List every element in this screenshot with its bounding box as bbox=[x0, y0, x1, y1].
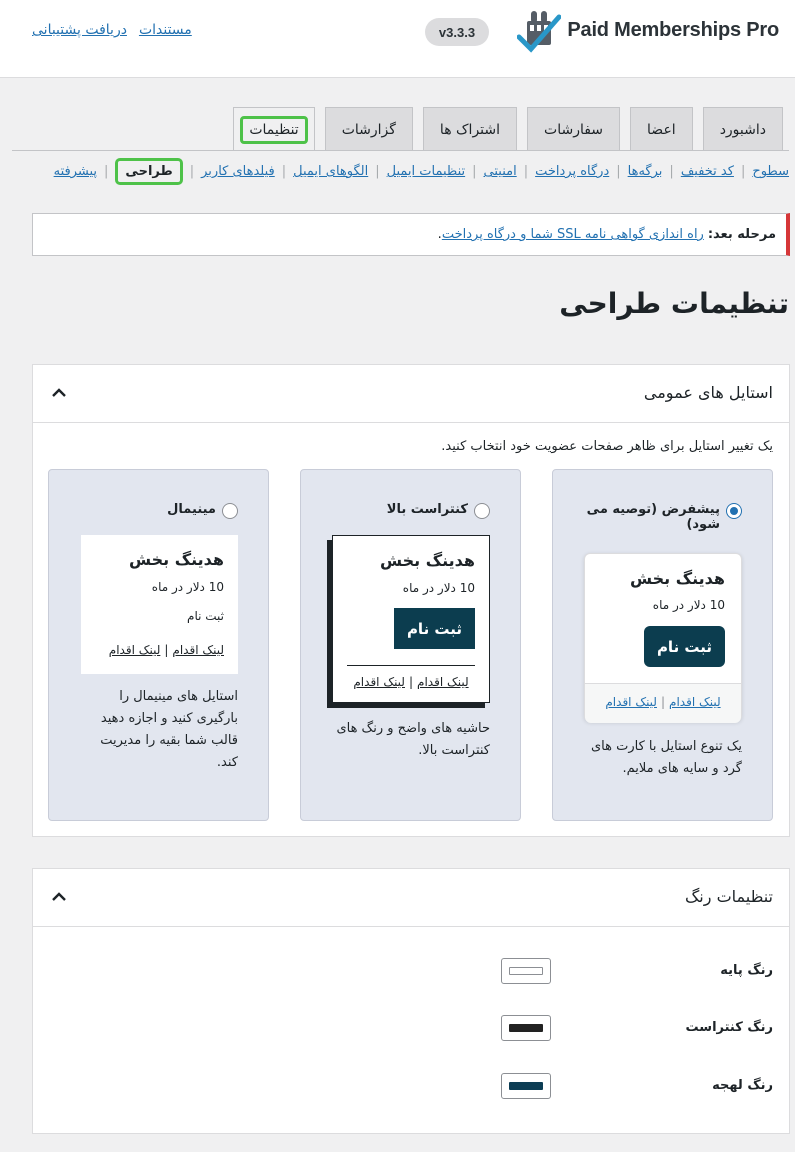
main-tabs: داشبورد اعضا سفارشات اشتراک ها گزارشات ت… bbox=[233, 107, 783, 151]
preview-action-link-2: لینک اقدام bbox=[353, 675, 405, 689]
preview-links: لینک اقدام|لینک اقدام bbox=[605, 695, 721, 709]
color-label-accent: رنگ لهجه bbox=[712, 1078, 773, 1093]
preview-action-link-2: لینک اقدام bbox=[605, 695, 657, 709]
logo-text: Paid Memberships Pro bbox=[567, 18, 779, 41]
style-option-minimal[interactable]: مینیمال bbox=[78, 502, 238, 519]
preview-links: لینک اقدام|لینک اقدام bbox=[108, 643, 224, 657]
general-styles-panel: استایل های عمومی یک تغییر استایل برای ظا… bbox=[32, 364, 790, 837]
color-settings-panel: تنظیمات رنگ رنگ پایه رنگ کنتراست رنگ لهج… bbox=[32, 868, 790, 1134]
style-option-high-contrast[interactable]: کنتراست بالا bbox=[330, 502, 490, 519]
preview-signup-button: ثبت نام bbox=[644, 626, 725, 667]
preview-action-link-2: لینک اقدام bbox=[108, 643, 161, 657]
support-link[interactable]: دریافت پشتیبانی bbox=[32, 22, 127, 38]
preview-price: 10 دلار در ماه bbox=[151, 580, 224, 594]
preview-action-link-1: لینک اقدام bbox=[417, 675, 469, 689]
tab-members[interactable]: اعضا bbox=[630, 107, 693, 151]
tab-dashboard[interactable]: داشبورد bbox=[702, 107, 783, 151]
preview-action-link-1: لینک اقدام bbox=[172, 643, 224, 657]
notice-label: مرحله بعد: bbox=[707, 227, 776, 242]
color-picker-contrast[interactable] bbox=[501, 1015, 551, 1041]
color-picker-accent[interactable] bbox=[501, 1073, 551, 1099]
style-card-high-contrast[interactable]: کنتراست بالا هدینگ بخش 10 دلار در ماه ثب… bbox=[300, 469, 521, 821]
color-settings-title: تنظیمات رنگ bbox=[684, 887, 773, 906]
settings-subnav: سطوح | کد تخفیف | برگه‌ها | درگاه پرداخت | ا… bbox=[54, 158, 789, 185]
docs-link[interactable]: مستندات bbox=[139, 22, 192, 38]
radio-high-contrast[interactable] bbox=[474, 503, 490, 519]
style-label-high-contrast: کنتراست بالا bbox=[386, 502, 468, 517]
color-swatch-contrast bbox=[509, 1024, 543, 1032]
header-links: مستندات دریافت پشتیبانی bbox=[32, 22, 192, 38]
style-card-minimal[interactable]: مینیمال هدینگ بخش 10 دلار در ماه ثبت نام… bbox=[48, 469, 269, 821]
page-title: تنظیمات طراحی bbox=[559, 287, 789, 320]
tab-settings[interactable]: تنظیمات bbox=[233, 107, 315, 151]
subnav-pages[interactable]: برگه‌ها bbox=[628, 164, 663, 179]
style-option-default[interactable]: پیشفرض (توصیه می شود) bbox=[582, 502, 742, 532]
preview-divider bbox=[347, 665, 475, 666]
color-picker-base[interactable] bbox=[501, 958, 551, 984]
preview-default: هدینگ بخش 10 دلار در ماه ثبت نام لینک اق… bbox=[584, 553, 742, 723]
general-styles-header[interactable]: استایل های عمومی bbox=[33, 365, 789, 423]
style-desc-minimal: استایل های مینیمال را بارگیری کنید و اجا… bbox=[100, 689, 238, 770]
chevron-up-icon[interactable] bbox=[51, 387, 67, 399]
color-label-base: رنگ پایه bbox=[720, 963, 773, 978]
preview-price: 10 دلار در ماه bbox=[402, 581, 475, 595]
preview-links: لینک اقدام|لینک اقدام bbox=[353, 675, 469, 689]
color-swatch-accent bbox=[509, 1082, 543, 1090]
pmpro-logo-icon bbox=[517, 11, 562, 53]
preview-heading: هدینگ بخش bbox=[129, 550, 224, 569]
preview-signup-text: ثبت نام bbox=[187, 609, 224, 623]
tab-subscriptions[interactable]: اشتراک ها bbox=[422, 107, 518, 151]
general-styles-description: یک تغییر استایل برای ظاهر صفحات عضویت خو… bbox=[441, 439, 773, 454]
preview-high-contrast: هدینگ بخش 10 دلار در ماه ثبت نام لینک اق… bbox=[332, 535, 490, 703]
radio-minimal[interactable] bbox=[222, 503, 238, 519]
style-label-minimal: مینیمال bbox=[167, 502, 216, 517]
general-styles-title: استایل های عمومی bbox=[643, 383, 773, 402]
subnav-payment-gateway[interactable]: درگاه پرداخت bbox=[535, 164, 609, 179]
notice-end: . bbox=[437, 227, 442, 242]
notice-link[interactable]: راه اندازی گواهی نامه SSL شما و درگاه پر… bbox=[442, 227, 704, 242]
color-swatch-base bbox=[509, 967, 543, 975]
version-badge: v3.3.3 bbox=[425, 18, 489, 46]
subnav-security[interactable]: امنیتی bbox=[484, 164, 517, 179]
subnav-email-templates[interactable]: الگوهای ایمیل bbox=[293, 164, 368, 179]
style-desc-default: یک تنوع استایل با کارت های گرد و سایه ها… bbox=[590, 739, 742, 776]
color-label-contrast: رنگ کنتراست bbox=[685, 1020, 773, 1035]
top-header: Paid Memberships Pro v3.3.3 مستندات دریا… bbox=[0, 0, 795, 78]
radio-default[interactable] bbox=[726, 503, 742, 519]
preview-signup-button: ثبت نام bbox=[394, 608, 475, 649]
chevron-up-icon[interactable] bbox=[51, 891, 67, 903]
tab-settings-label: تنظیمات bbox=[240, 115, 308, 144]
tab-divider bbox=[12, 150, 789, 151]
next-step-notice: مرحله بعد: راه اندازی گواهی نامه SSL شما… bbox=[32, 213, 790, 256]
pmpro-logo[interactable]: Paid Memberships Pro bbox=[517, 6, 779, 54]
preview-minimal: هدینگ بخش 10 دلار در ماه ثبت نام لینک اق… bbox=[81, 535, 238, 674]
subnav-levels[interactable]: سطوح bbox=[752, 164, 789, 179]
subnav-email-settings[interactable]: تنظیمات ایمیل bbox=[387, 164, 466, 179]
preview-heading: هدینگ بخش bbox=[380, 551, 475, 570]
tab-reports[interactable]: گزارشات bbox=[324, 107, 413, 151]
subnav-user-fields[interactable]: فیلدهای کاربر bbox=[201, 164, 275, 179]
tab-orders[interactable]: سفارشات bbox=[527, 107, 621, 151]
preview-price: 10 دلار در ماه bbox=[652, 598, 725, 612]
style-label-default: پیشفرض (توصیه می شود) bbox=[586, 502, 720, 532]
preview-footer: لینک اقدام|لینک اقدام bbox=[585, 683, 741, 723]
subnav-discount-codes[interactable]: کد تخفیف bbox=[681, 164, 734, 179]
style-desc-high-contrast: حاشیه های واضح و رنگ های کنتراست بالا. bbox=[336, 721, 490, 758]
subnav-design[interactable]: طراحی bbox=[115, 158, 183, 185]
subnav-advanced[interactable]: پیشرفته bbox=[54, 164, 97, 179]
preview-heading: هدینگ بخش bbox=[630, 569, 725, 588]
style-card-default[interactable]: پیشفرض (توصیه می شود) هدینگ بخش 10 دلار … bbox=[552, 469, 773, 821]
color-settings-header[interactable]: تنظیمات رنگ bbox=[33, 869, 789, 927]
preview-action-link-1: لینک اقدام bbox=[669, 695, 721, 709]
